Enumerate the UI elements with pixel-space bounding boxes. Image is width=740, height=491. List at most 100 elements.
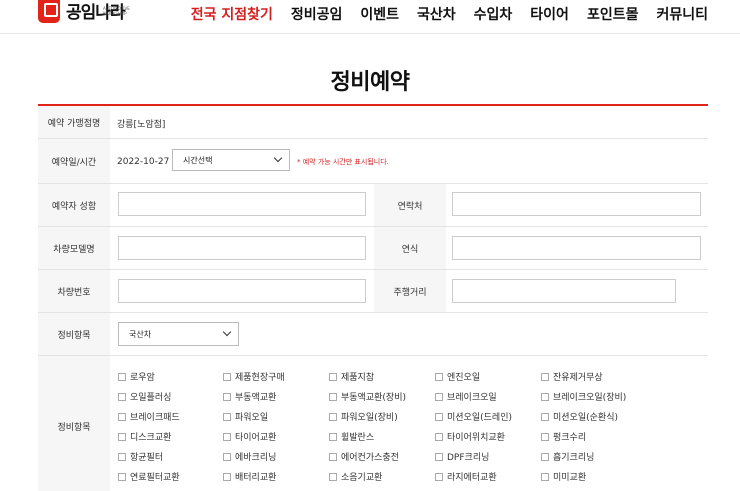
service-item-checkbox[interactable]: 브레이크오일 <box>435 390 497 403</box>
service-item-label: 미션오일(드레인) <box>447 413 512 423</box>
nav-item-branch-finder[interactable]: 전국 지점찾기 <box>191 4 273 24</box>
nav-item-events[interactable]: 이벤트 <box>360 4 399 24</box>
checkbox-icon[interactable] <box>329 372 337 381</box>
time-select[interactable]: 시간선택 <box>172 149 290 171</box>
checkbox-icon[interactable] <box>329 432 337 441</box>
branch-label: 예약 가맹점명 <box>38 106 110 138</box>
checkbox-icon[interactable] <box>435 392 443 401</box>
service-item-label: 에바크리닝 <box>235 453 277 463</box>
service-item-checkbox[interactable]: 브레이크패드 <box>118 410 180 423</box>
checkbox-icon[interactable] <box>435 432 443 441</box>
checkbox-icon[interactable] <box>118 472 126 481</box>
service-item-label: 에어컨가스충전 <box>341 453 399 463</box>
form-row-branch: 예약 가맹점명 강릉[노암점] <box>38 106 708 139</box>
checkbox-icon[interactable] <box>223 432 231 441</box>
checkbox-icon[interactable] <box>435 452 443 461</box>
checkbox-icon[interactable] <box>223 372 231 381</box>
service-item-checkbox[interactable]: 미션오일(드레인) <box>435 410 512 423</box>
nav-item-community[interactable]: 커뮤니티 <box>656 4 708 24</box>
service-item-checkbox[interactable]: 펑크수리 <box>541 430 586 443</box>
contact-input[interactable] <box>452 192 701 216</box>
year-input[interactable] <box>452 236 701 260</box>
checkbox-icon[interactable] <box>118 432 126 441</box>
nav-item-labor-cost[interactable]: 정비공임 <box>291 4 343 24</box>
service-item-checkbox[interactable]: 미션오일(순환식) <box>541 410 618 423</box>
checkbox-icon[interactable] <box>223 412 231 421</box>
checkbox-icon[interactable] <box>541 472 549 481</box>
mileage-input[interactable] <box>452 279 676 303</box>
service-item-checkbox[interactable]: 연료필터교환 <box>118 470 180 483</box>
service-item-checkbox[interactable]: 라지에터교환 <box>435 470 497 483</box>
checkbox-icon[interactable] <box>223 472 231 481</box>
checkbox-icon[interactable] <box>541 452 549 461</box>
checkbox-icon[interactable] <box>541 392 549 401</box>
service-item-checkbox[interactable]: 디스크교환 <box>118 430 171 443</box>
items-label: 정비항목 <box>38 356 110 491</box>
nav-item-tires[interactable]: 타이어 <box>530 4 569 24</box>
service-item-checkbox[interactable]: DPF크리닝 <box>435 450 489 463</box>
service-item-checkbox[interactable]: 잔유제거무상 <box>541 370 603 383</box>
checkbox-icon[interactable] <box>118 372 126 381</box>
service-item-checkbox[interactable]: 파워오일 <box>223 410 268 423</box>
checkbox-icon[interactable] <box>329 412 337 421</box>
checkbox-icon[interactable] <box>329 452 337 461</box>
service-item-checkbox[interactable]: 미미교환 <box>541 470 586 483</box>
checkbox-icon[interactable] <box>435 372 443 381</box>
checkbox-icon[interactable] <box>435 412 443 421</box>
nav-item-point-mall[interactable]: 포인트몰 <box>587 4 639 24</box>
service-item-checkbox[interactable]: 항균필터 <box>118 450 163 463</box>
name-input[interactable] <box>118 192 366 216</box>
checkbox-icon[interactable] <box>223 392 231 401</box>
datetime-label: 예약일/시간 <box>38 139 110 183</box>
date-value: 2022-10-27 <box>117 157 170 167</box>
service-item-checkbox[interactable]: 소음기교환 <box>329 470 382 483</box>
page-title: 정비예약 <box>330 70 410 95</box>
service-item-checkbox[interactable]: 에바크리닝 <box>223 450 276 463</box>
service-item-checkbox[interactable]: 파워오일(장비) <box>329 410 398 423</box>
category-select[interactable]: 국산차 <box>118 322 239 346</box>
service-item-checkbox[interactable]: 부동액교환(장비) <box>329 390 406 403</box>
model-label: 차량모델명 <box>38 227 110 269</box>
service-item-checkbox[interactable]: 에어컨가스충전 <box>329 450 399 463</box>
service-item-checkbox[interactable]: 휠발란스 <box>329 430 374 443</box>
checkbox-icon[interactable] <box>541 412 549 421</box>
checkbox-icon[interactable] <box>329 392 337 401</box>
checkbox-icon[interactable] <box>329 472 337 481</box>
service-item-checkbox[interactable]: 오일플러싱 <box>118 390 171 403</box>
service-item-label: 잔유제거무상 <box>553 373 603 383</box>
checkbox-icon[interactable] <box>118 412 126 421</box>
service-item-checkbox[interactable]: 브레이크오일(장비) <box>541 390 626 403</box>
service-item-checkbox[interactable]: 부동액교환 <box>223 390 276 403</box>
service-item-label: 소음기교환 <box>341 473 383 483</box>
form-row-name: 예약자 성함 연락처 <box>38 184 708 227</box>
form-row-items: 정비항목 로우암 제품현장구매 제품지참 엔진오일 잔유제거무상오일플러싱 부동액교환 부동… <box>38 356 708 491</box>
service-item-label: 브레이크패드 <box>130 413 180 423</box>
service-item-checkbox[interactable]: 흡기크리닝 <box>541 450 594 463</box>
year-label: 연식 <box>374 227 446 269</box>
checkbox-icon[interactable] <box>118 452 126 461</box>
service-item-label: 흡기크리닝 <box>553 453 595 463</box>
site-header: 공임나라 AUTOMOTIVE WORKSHOP 전국 지점찾기 정비공임 이벤… <box>0 0 740 34</box>
checkbox-icon[interactable] <box>541 372 549 381</box>
service-item-checkbox[interactable]: 타이어교환 <box>223 430 276 443</box>
name-label: 예약자 성함 <box>38 184 110 226</box>
nav-item-imported[interactable]: 수입차 <box>474 4 513 24</box>
service-item-label: 제품지참 <box>341 373 375 383</box>
service-item-checkbox[interactable]: 타이어위치교환 <box>435 430 505 443</box>
nav-item-domestic[interactable]: 국산차 <box>417 4 456 24</box>
plate-input[interactable] <box>118 279 366 303</box>
service-item-checkbox[interactable]: 제품지참 <box>329 370 374 383</box>
service-item-label: 타이어교환 <box>235 433 277 443</box>
service-item-checkbox[interactable]: 제품현장구매 <box>223 370 285 383</box>
service-item-checkbox[interactable]: 엔진오일 <box>435 370 480 383</box>
checkbox-icon[interactable] <box>118 392 126 401</box>
service-item-checkbox[interactable]: 로우암 <box>118 370 155 383</box>
checkbox-icon[interactable] <box>223 452 231 461</box>
model-input[interactable] <box>118 236 366 260</box>
checkbox-icon[interactable] <box>541 432 549 441</box>
checkbox-icon[interactable] <box>435 472 443 481</box>
service-item-checkbox[interactable]: 배터리교환 <box>223 470 276 483</box>
logo-icon <box>38 0 60 23</box>
category-label: 정비항목 <box>38 313 110 355</box>
service-item-label: 항균필터 <box>130 453 164 463</box>
